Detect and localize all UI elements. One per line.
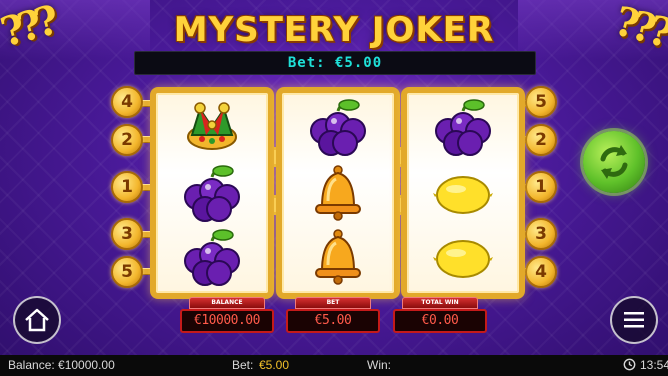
bet-banner: Bet: €5.00 (134, 51, 536, 75)
balance-meter-label: BALANCE (189, 297, 265, 309)
payline-number: 5 (525, 86, 557, 118)
plums-icon (407, 97, 519, 163)
payline-number: 3 (525, 218, 557, 250)
hamburger-menu-icon (624, 312, 644, 328)
status-time: 13:54 (640, 358, 668, 372)
payline-number: 2 (111, 124, 143, 156)
status-bet-label: Bet: (232, 358, 254, 372)
payline-number: 1 (525, 171, 557, 203)
spin-arrows-icon (600, 145, 628, 179)
lemon-icon (407, 227, 519, 293)
total-win-meter-label: TOTAL WIN (402, 297, 478, 309)
balance-meter-value: €10000.00 (180, 309, 274, 333)
status-win-label: Win: (367, 358, 391, 372)
game-screen: ??? ??? MYSTERY JOKER Bet: €5.00 4 2 1 3… (0, 0, 668, 376)
payline-number: 3 (111, 218, 143, 250)
reel-3 (401, 87, 525, 299)
payline-number: 5 (111, 256, 143, 288)
game-logo: MYSTERY JOKER (173, 10, 495, 50)
plums-icon (156, 163, 268, 229)
payline-number: 2 (525, 124, 557, 156)
payline-number: 1 (111, 171, 143, 203)
total-win-meter: TOTAL WIN €0.00 (393, 297, 487, 333)
payline-number: 4 (525, 256, 557, 288)
bet-meter[interactable]: BET €5.00 (286, 297, 380, 333)
status-bar: Balance: €10000.00 Bet: €5.00 Win: 13:54 (0, 355, 668, 376)
bell-icon (282, 227, 394, 293)
payline-number: 4 (111, 86, 143, 118)
home-icon (25, 308, 49, 332)
reel-2 (276, 87, 400, 299)
bell-icon (282, 163, 394, 229)
plums-icon (282, 97, 394, 163)
plums-icon (156, 227, 268, 293)
clock-icon (623, 355, 636, 376)
reel-1 (150, 87, 274, 299)
home-button[interactable] (13, 296, 61, 344)
bet-meter-label: BET (295, 297, 371, 309)
spin-button[interactable] (583, 131, 645, 193)
total-win-meter-value: €0.00 (393, 309, 487, 333)
bet-meter-value: €5.00 (286, 309, 380, 333)
balance-meter: BALANCE €10000.00 (180, 297, 274, 333)
menu-button[interactable] (610, 296, 658, 344)
joker-hat-icon (156, 97, 268, 163)
status-balance: Balance: €10000.00 (8, 358, 115, 372)
status-bet-value: €5.00 (259, 358, 290, 372)
lemon-icon (407, 163, 519, 229)
